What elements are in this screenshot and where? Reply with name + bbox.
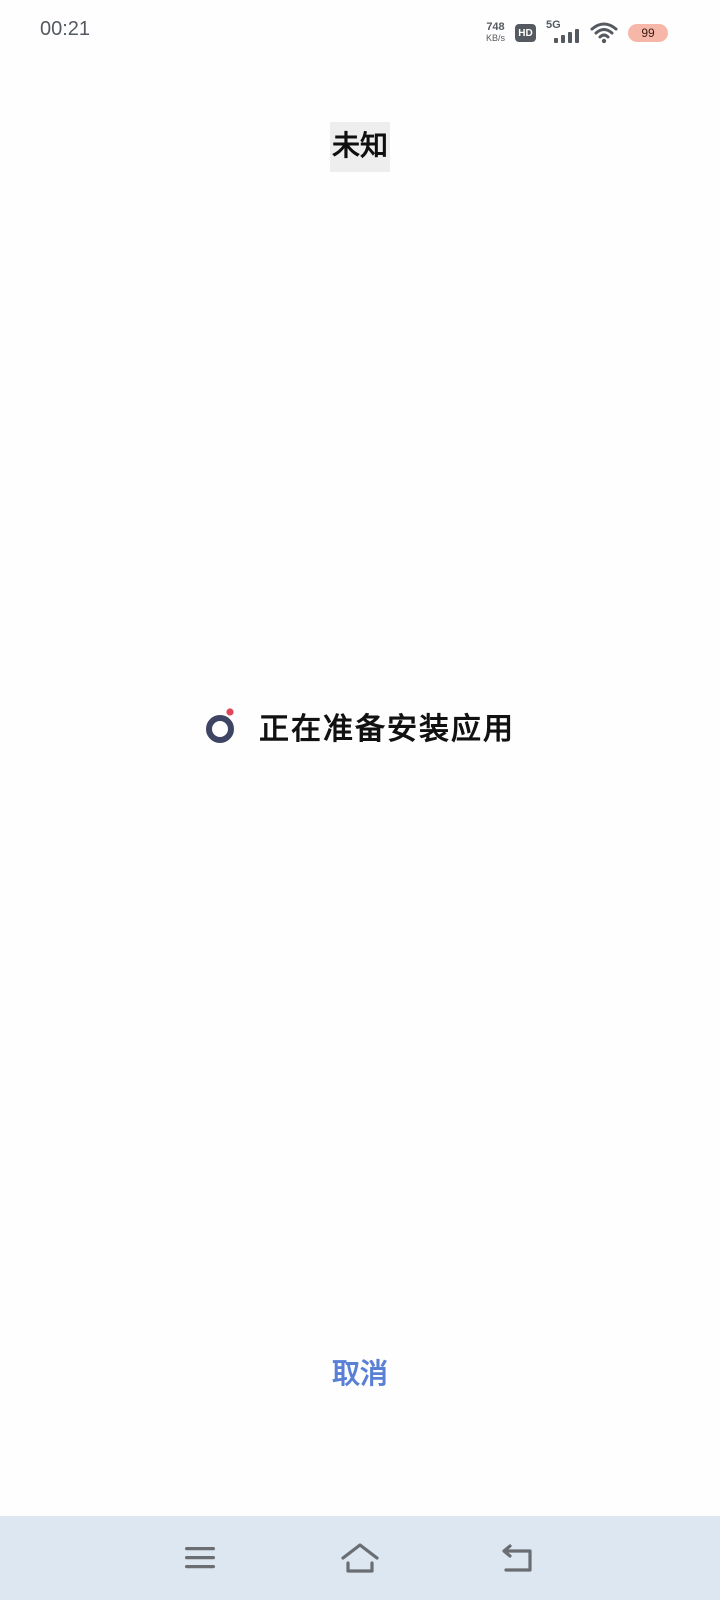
page-title: 未知 (0, 122, 720, 172)
network-speed-value: 748 (486, 21, 505, 33)
wifi-icon (590, 22, 618, 44)
status-bar: 00:21 748 KB/s HD 5G 99 (0, 0, 720, 64)
signal-icon: 5G (546, 19, 580, 45)
loading-spinner-icon (205, 706, 241, 746)
status-time: 00:21 (40, 18, 91, 40)
menu-icon[interactable] (178, 1538, 222, 1578)
loading-message: 正在准备安装应用 (259, 712, 515, 747)
hd-icon: HD (515, 24, 536, 42)
home-icon[interactable] (338, 1538, 382, 1578)
install-screen: 00:21 748 KB/s HD 5G 99 未知 正在准备安装应用 取消 (0, 0, 720, 1600)
navigation-bar (0, 1516, 720, 1600)
network-speed: 748 KB/s (486, 22, 505, 44)
cancel-button[interactable]: 取消 (0, 1352, 720, 1392)
status-icons: 748 KB/s HD 5G 99 (486, 18, 668, 48)
network-speed-unit: KB/s (485, 33, 505, 43)
loading-indicator: 正在准备安装应用 (0, 704, 720, 748)
page-title-text: 未知 (329, 122, 390, 172)
back-icon[interactable] (496, 1538, 540, 1578)
battery-icon: 99 (628, 24, 668, 42)
